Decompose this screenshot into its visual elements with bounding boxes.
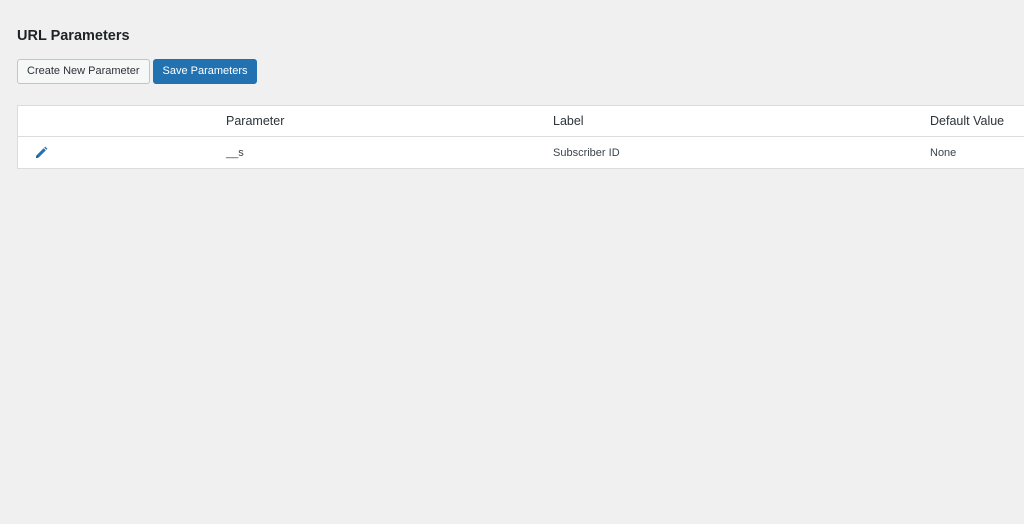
pencil-icon[interactable] — [34, 146, 48, 160]
column-header-label: Label — [553, 106, 930, 137]
page-title: URL Parameters — [17, 28, 130, 44]
column-header-actions — [18, 106, 226, 137]
column-header-parameter: Parameter — [226, 106, 553, 137]
toolbar: Create New Parameter Save Parameters — [17, 59, 258, 84]
parameter-cell: __s — [226, 146, 244, 159]
table-row: __s Subscriber ID None — [18, 137, 1024, 169]
table-header-row: Parameter Label Default Value — [18, 106, 1024, 137]
save-parameters-button[interactable]: Save Parameters — [152, 59, 258, 84]
column-header-default-value: Default Value — [930, 106, 1024, 137]
parameters-table: Parameter Label Default Value __s Subscr… — [18, 106, 1024, 168]
create-new-parameter-button[interactable]: Create New Parameter — [17, 59, 150, 84]
row-actions-cell — [18, 137, 226, 169]
parameters-table-container: Parameter Label Default Value __s Subscr… — [17, 105, 1024, 169]
default-value-cell: None — [930, 146, 957, 159]
label-cell: Subscriber ID — [553, 146, 620, 159]
